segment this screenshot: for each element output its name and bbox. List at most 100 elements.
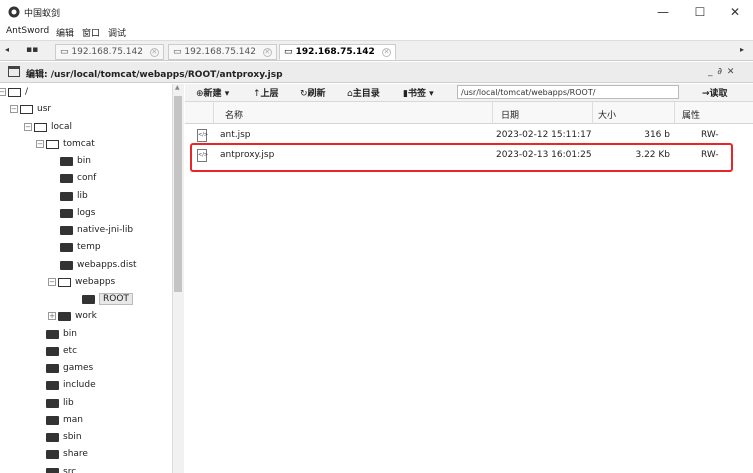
minimize-button[interactable]: — — [646, 2, 680, 22]
tree-node-label: bin — [63, 329, 77, 339]
tab-scroll-left-icon[interactable]: ◂ — [5, 45, 9, 54]
folder-icon — [46, 450, 59, 459]
tree-node[interactable]: include — [0, 379, 172, 394]
tab-host-2[interactable]: ▭ 192.168.75.142 ✕ — [168, 44, 277, 60]
tree-node[interactable]: etc — [0, 345, 172, 360]
folder-icon — [58, 312, 71, 321]
folder-icon — [46, 381, 59, 390]
folder-icon — [60, 192, 73, 201]
plus-circle-icon: ⊕ — [196, 89, 204, 99]
tree-node[interactable]: conf — [0, 172, 172, 187]
refresh-button[interactable]: ↻刷新 — [300, 86, 326, 99]
collapse-toggle-icon[interactable]: − — [48, 278, 56, 286]
column-header-date[interactable]: 日期 — [501, 108, 519, 121]
collapse-toggle-icon[interactable]: − — [0, 88, 6, 96]
tree-node[interactable]: games — [0, 362, 172, 377]
directory-tree: −/ −usr −local −tomcat bin conf lib logs native-… — [0, 84, 184, 473]
menu-edit[interactable]: 编辑 — [56, 26, 74, 39]
tree-node[interactable]: − local — [0, 121, 172, 136]
tree-node[interactable]: lib — [0, 190, 172, 205]
dropdown-arrow-icon: ▾ — [224, 89, 230, 99]
folder-open-icon — [8, 88, 21, 97]
column-divider — [213, 102, 214, 124]
menu-window[interactable]: 窗口 — [82, 26, 100, 39]
tab-close-icon[interactable]: ✕ — [381, 48, 391, 57]
maximize-button[interactable]: ☐ — [683, 2, 717, 22]
column-header-size[interactable]: 大小 — [598, 108, 616, 121]
window-icon — [8, 66, 20, 77]
tree-node[interactable]: ROOT — [0, 293, 172, 308]
column-header-name[interactable]: 名称 — [225, 108, 243, 121]
panel-window-controls[interactable]: _ ∂ ✕ — [708, 67, 735, 77]
collapse-toggle-icon[interactable]: − — [36, 140, 44, 148]
folder-open-icon — [34, 123, 47, 132]
tree-node[interactable]: − tomcat — [0, 138, 172, 153]
tab-close-icon[interactable]: ✕ — [149, 48, 159, 57]
tree-node[interactable]: share — [0, 448, 172, 463]
tree-node[interactable]: sbin — [0, 431, 172, 446]
tab-host-3-active[interactable]: ▭ 192.168.75.142 ✕ — [279, 44, 396, 60]
tree-scrollbar-thumb[interactable] — [174, 96, 182, 292]
tab-label: 192.168.75.142 — [71, 47, 143, 57]
column-divider — [592, 102, 593, 124]
tree-node[interactable]: src — [0, 466, 172, 473]
tree-node[interactable]: native-jni-lib — [0, 224, 172, 239]
tree-node[interactable]: −/ — [0, 86, 172, 101]
collapse-toggle-icon[interactable]: − — [24, 123, 32, 131]
tree-node[interactable]: − usr — [0, 103, 172, 118]
tree-node[interactable]: bin — [0, 328, 172, 343]
refresh-icon: ↻ — [300, 89, 308, 99]
grid-icon[interactable]: ▪▪ — [26, 45, 38, 55]
path-input[interactable] — [457, 85, 679, 99]
column-header-attr[interactable]: 属性 — [682, 108, 700, 121]
menu-debug[interactable]: 调试 — [108, 26, 126, 39]
tree-node[interactable]: bin — [0, 155, 172, 170]
tree-node[interactable]: temp — [0, 241, 172, 256]
folder-open-icon — [58, 278, 71, 287]
antsword-logo-icon — [8, 6, 20, 18]
folder-icon — [60, 174, 73, 183]
home-directory-button[interactable]: ⌂主目录 — [347, 86, 380, 99]
tree-node[interactable]: + work — [0, 310, 172, 325]
tree-node-label: src — [63, 467, 77, 473]
tree-node-label: temp — [77, 242, 101, 252]
folder-open-icon — [20, 105, 33, 114]
window-title: 中国蚁剑 — [24, 9, 61, 19]
menu-antsword[interactable]: AntSword — [6, 26, 49, 36]
file-size: 316 b — [644, 130, 670, 140]
bookmark-button[interactable]: ▮书签 ▾ — [403, 86, 434, 99]
tree-node[interactable]: − webapps — [0, 276, 172, 291]
tree-node-label: etc — [63, 346, 78, 356]
tree-node[interactable]: man — [0, 414, 172, 429]
tab-close-icon[interactable]: ✕ — [262, 48, 272, 57]
folder-icon — [60, 243, 73, 252]
monitor-icon: ▭ — [173, 47, 182, 57]
file-date: 2023-02-12 15:11:17 — [496, 130, 592, 140]
tab-scroll-right-icon[interactable]: ▸ — [740, 45, 744, 54]
tree-node-label: lib — [77, 191, 88, 201]
monitor-icon: ▭ — [60, 47, 69, 57]
tree-node-label: work — [75, 311, 97, 321]
tree-node-label: man — [63, 415, 83, 425]
folder-icon — [46, 330, 59, 339]
tree-node-label: games — [63, 363, 94, 373]
tab-bar: ◂ ▪▪ ▭ 192.168.75.142 ✕ ▭ 192.168.75.142… — [0, 40, 753, 61]
tree-node[interactable]: logs — [0, 207, 172, 222]
tab-host-1[interactable]: ▭ 192.168.75.142 ✕ — [55, 44, 164, 60]
tree-node-label: native-jni-lib — [77, 225, 134, 235]
close-button[interactable]: ✕ — [718, 2, 752, 22]
monitor-icon: ▭ — [284, 47, 293, 57]
jsp-file-icon: </> — [197, 129, 208, 142]
folder-icon — [60, 209, 73, 218]
tree-node-label: bin — [77, 156, 91, 166]
scroll-up-icon[interactable]: ▲ — [175, 84, 180, 91]
new-button[interactable]: ⊕新建 ▾ — [196, 86, 229, 99]
folder-icon — [46, 399, 59, 408]
collapse-toggle-icon[interactable]: − — [10, 105, 18, 113]
tree-node[interactable]: lib — [0, 397, 172, 412]
tree-node[interactable]: webapps.dist — [0, 259, 172, 274]
tree-node-label: logs — [77, 208, 96, 218]
up-level-button[interactable]: ↑上层 — [253, 86, 279, 99]
read-button[interactable]: →读取 — [702, 86, 728, 99]
expand-toggle-icon[interactable]: + — [48, 312, 56, 320]
